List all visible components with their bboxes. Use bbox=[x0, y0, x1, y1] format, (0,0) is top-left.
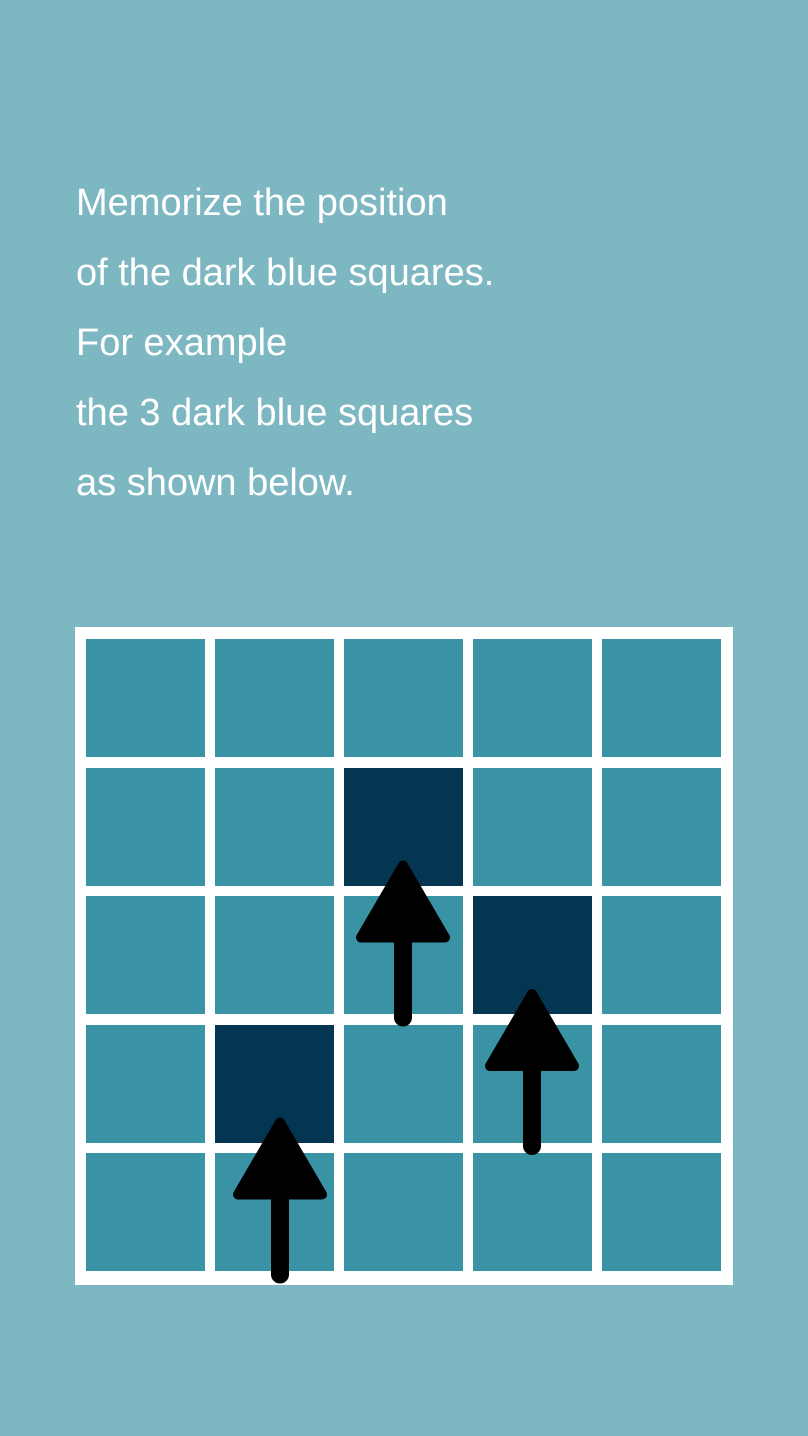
grid-cell bbox=[86, 1153, 205, 1271]
grid-cell bbox=[86, 639, 205, 757]
instruction-line-1: Memorize the position bbox=[76, 182, 448, 224]
grid-cell bbox=[215, 1153, 334, 1271]
instruction-line-5: as shown below. bbox=[76, 462, 355, 504]
instruction-line-4: the 3 dark blue squares bbox=[76, 392, 474, 434]
grid-cell bbox=[473, 1153, 592, 1271]
grid-cell bbox=[602, 639, 721, 757]
grid-cell-dark bbox=[473, 896, 592, 1014]
grid-cell bbox=[602, 1025, 721, 1143]
instruction-line-2: of the dark blue squares. bbox=[76, 252, 495, 294]
grid-cell bbox=[473, 768, 592, 886]
grid-cell bbox=[344, 1153, 463, 1271]
instruction-line-3: For example bbox=[76, 322, 288, 364]
grid-cell bbox=[473, 1025, 592, 1143]
grid-cell bbox=[86, 768, 205, 886]
instructions-text: Memorize the position of the dark blue s… bbox=[76, 168, 756, 518]
grid-cell bbox=[344, 896, 463, 1014]
grid-cell bbox=[344, 1025, 463, 1143]
grid-cell bbox=[215, 768, 334, 886]
grid-cell bbox=[344, 639, 463, 757]
grid-cell bbox=[215, 896, 334, 1014]
grid-cell bbox=[215, 639, 334, 757]
grid-cell-dark bbox=[215, 1025, 334, 1143]
grid-cell bbox=[473, 639, 592, 757]
grid-cell-dark bbox=[344, 768, 463, 886]
example-grid bbox=[75, 627, 733, 1285]
grid-cell bbox=[602, 768, 721, 886]
grid-cell bbox=[602, 896, 721, 1014]
grid-cell bbox=[86, 896, 205, 1014]
grid-cell bbox=[86, 1025, 205, 1143]
grid-cell bbox=[602, 1153, 721, 1271]
